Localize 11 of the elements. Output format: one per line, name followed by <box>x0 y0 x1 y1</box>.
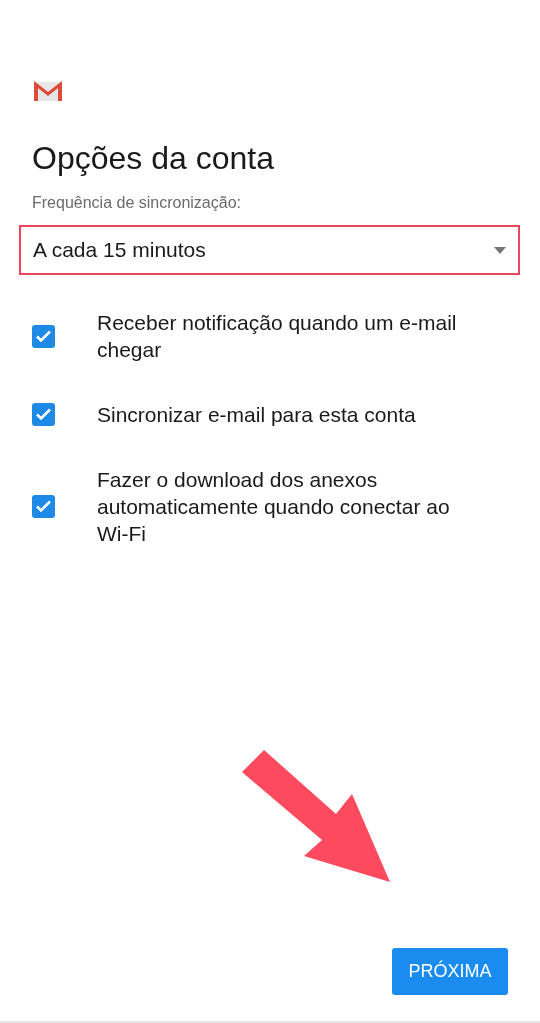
caret-icon <box>494 246 506 254</box>
field-label: Frequência de sincronização: <box>32 193 242 214</box>
option-label: Fazer o download dos anexos automaticamente quando conectar ao Wi-Fi <box>97 467 451 548</box>
frequency-dropdown[interactable]: A cada 15 minutos <box>19 225 520 276</box>
checkbox[interactable] <box>32 495 55 519</box>
envelope-logo-icon <box>32 78 64 103</box>
option-label: Receber notificação quando um e-mail chegar <box>97 310 458 364</box>
checkbox[interactable] <box>32 324 55 348</box>
screen-title: Opções da conta <box>32 138 275 178</box>
option-label: Sincronizar e-mail para esta conta <box>97 402 416 429</box>
checkbox[interactable] <box>32 403 55 427</box>
